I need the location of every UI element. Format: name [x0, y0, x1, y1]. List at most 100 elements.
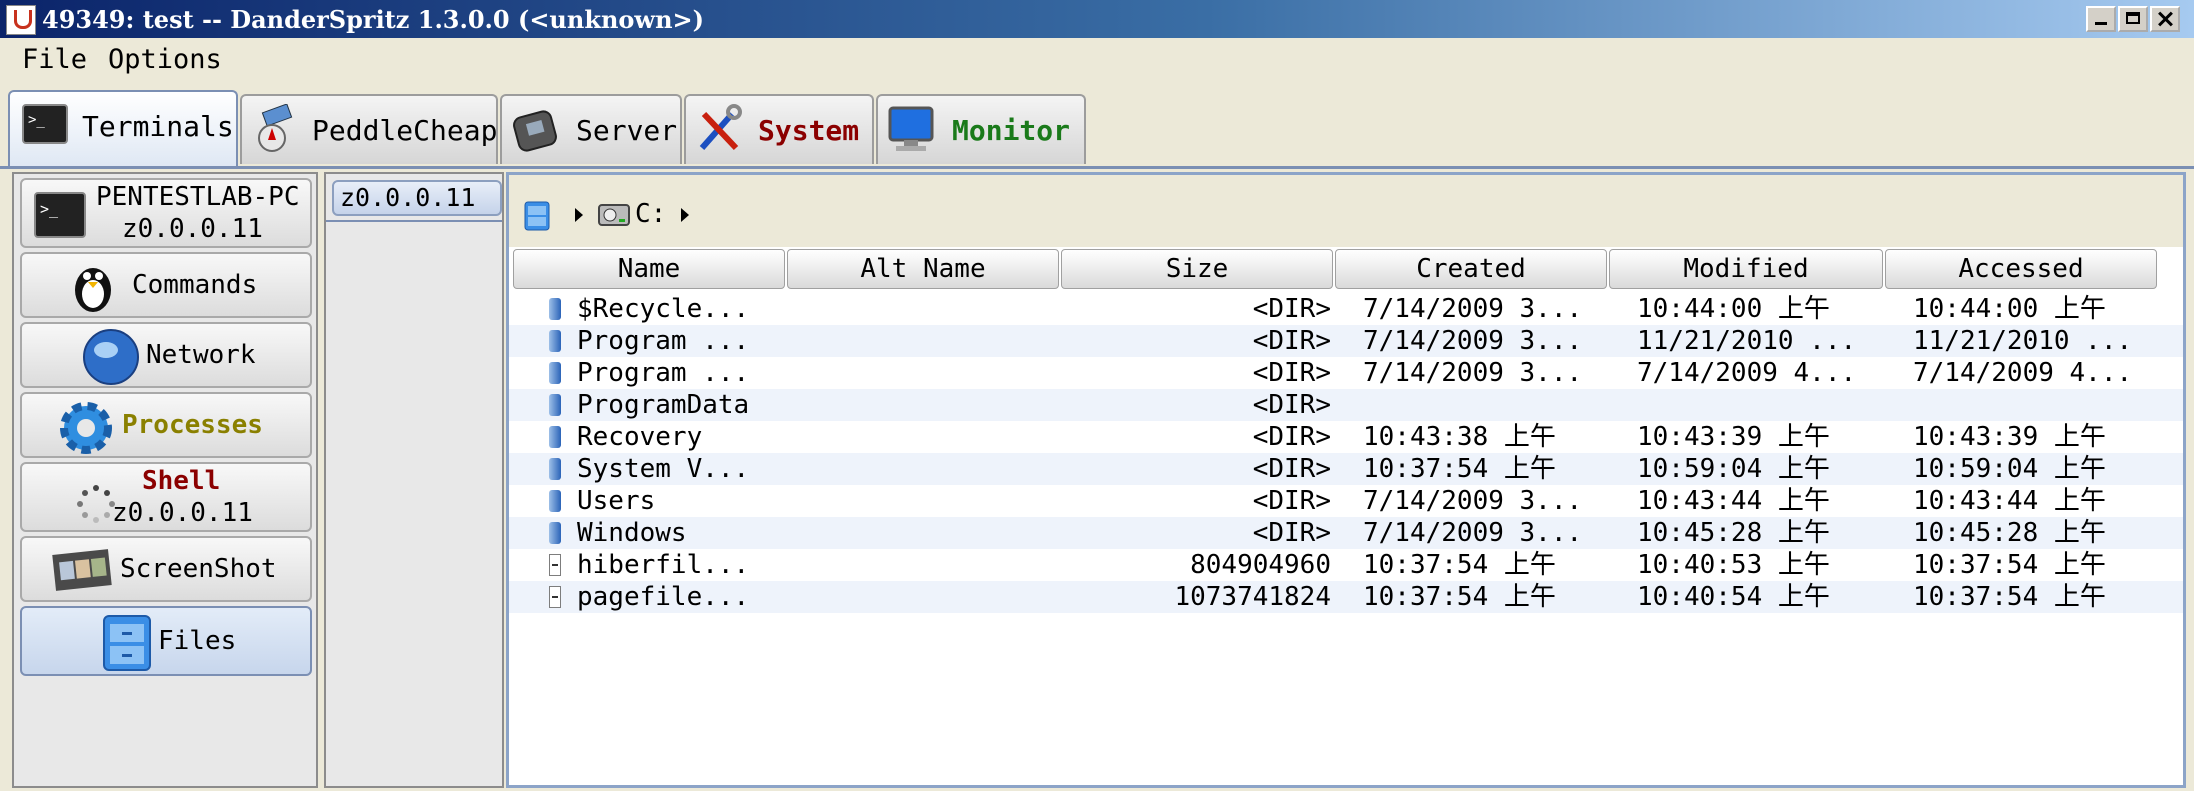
cell-name: Windows — [577, 518, 687, 548]
cell-size: <DIR> — [1252, 486, 1331, 516]
column-header-accessed[interactable]: Accessed — [1885, 249, 2157, 289]
tab-terminals-label: Terminals — [82, 110, 234, 143]
table-row[interactable]: Users <DIR> 7/14/2009 3... 10:43:44 上午 10:43… — [509, 485, 2183, 517]
title-bar[interactable]: 49349: test -- DanderSpritz 1.3.0.0 (<un… — [0, 0, 2194, 38]
svg-text:>_: >_ — [28, 112, 45, 128]
tools-icon — [699, 104, 742, 151]
files-panel: C: Name Alt Name Size Created Modified A… — [506, 172, 2186, 788]
table-row[interactable]: Program ... <DIR> 7/14/2009 3... 11/21/2010… — [509, 325, 2183, 357]
path-drive[interactable]: C: — [635, 199, 666, 229]
gear-icon — [60, 402, 112, 454]
column-header-alt-name[interactable]: Alt Name — [787, 249, 1059, 289]
column-header-created[interactable]: Created — [1335, 249, 1607, 289]
sidebar-item-network[interactable]: Network — [20, 322, 312, 388]
cell-created: 7/14/2009 3... — [1363, 518, 1583, 548]
java-app-icon[interactable] — [6, 5, 36, 35]
cell-size: <DIR> — [1252, 454, 1331, 484]
minimize-button[interactable] — [2086, 6, 2116, 32]
cell-accessed: 10:43:44 上午 — [1913, 486, 2106, 516]
sidebar-item-files-label: Files — [158, 626, 237, 656]
cell-name: Users — [577, 486, 656, 516]
table-row[interactable]: System V... <DIR> 10:37:54 上午 10:59:04 上午 10… — [509, 453, 2183, 485]
sidebar-item-processes[interactable]: Processes — [20, 392, 312, 458]
table-row[interactable]: pagefile... 1073741824 10:37:54 上午 10:40:54… — [509, 581, 2183, 613]
file-icon — [549, 586, 561, 608]
tab-peddlecheap[interactable]: PeddleCheap — [240, 94, 498, 164]
chevron-right-icon[interactable] — [679, 207, 691, 223]
drive-icon — [598, 204, 630, 226]
cell-size: <DIR> — [1252, 518, 1331, 548]
tab-monitor[interactable]: Monitor — [876, 94, 1086, 164]
folder-icon — [549, 330, 561, 352]
cell-accessed: 10:37:54 上午 — [1913, 550, 2106, 580]
table-row[interactable]: Windows <DIR> 7/14/2009 3... 10:45:28 上午 10:… — [509, 517, 2183, 549]
cell-accessed: 11/21/2010 ... — [1913, 326, 2133, 356]
sidebar-item-shell[interactable]: Shell z0.0.0.11 — [20, 462, 312, 532]
tab-server[interactable]: Server — [500, 94, 682, 164]
cell-created: 7/14/2009 3... — [1363, 326, 1583, 356]
cell-modified: 10:44:00 上午 — [1637, 294, 1830, 324]
phone-icon — [513, 110, 557, 152]
path-bar: C: — [509, 175, 2183, 247]
folder-icon — [549, 426, 561, 448]
cell-name: Program ... — [577, 326, 750, 356]
terminal-icon: >_ — [34, 192, 86, 238]
terminal-icon: >_ — [22, 104, 68, 144]
menu-options[interactable]: Options — [108, 44, 222, 75]
host-name: PENTESTLAB-PC — [96, 182, 300, 212]
cell-modified: 10:40:54 上午 — [1637, 582, 1830, 612]
cell-size: <DIR> — [1252, 422, 1331, 452]
table-row[interactable]: hiberfil... 804904960 10:37:54 上午 10:40:53 … — [509, 549, 2183, 581]
sidebar-host[interactable]: >_ PENTESTLAB-PC z0.0.0.11 — [20, 178, 312, 248]
film-icon — [52, 549, 112, 591]
monitor-icon — [888, 106, 934, 151]
maximize-button[interactable] — [2118, 6, 2148, 32]
cell-size: <DIR> — [1252, 294, 1331, 324]
table-header: Name Alt Name Size Created Modified Acce… — [509, 249, 2183, 291]
globe-icon — [83, 329, 139, 385]
satellite-compass-icon — [258, 104, 293, 152]
sidebar-item-commands[interactable]: Commands — [20, 252, 312, 318]
table-row[interactable]: Program ... <DIR> 7/14/2009 3... 7/14/2009 … — [509, 357, 2183, 389]
sidebar-item-commands-label: Commands — [132, 270, 258, 300]
file-cabinet-icon — [103, 615, 151, 671]
folder-icon — [549, 522, 561, 544]
tab-terminals[interactable]: >_ Terminals — [8, 90, 238, 166]
cell-size: <DIR> — [1252, 390, 1331, 420]
sidebar-item-files[interactable]: Files — [20, 606, 312, 676]
cell-created: 10:43:38 上午 — [1363, 422, 1556, 452]
file-cabinet-icon[interactable] — [523, 201, 551, 231]
sidebar-item-network-label: Network — [146, 340, 256, 370]
cell-name: ProgramData — [577, 390, 750, 420]
cell-accessed: 10:44:00 上午 — [1913, 294, 2106, 324]
table-row[interactable]: Recovery <DIR> 10:43:38 上午 10:43:39 上午 10:43… — [509, 421, 2183, 453]
cell-accessed: 7/14/2009 4... — [1913, 358, 2133, 388]
sidebar-item-screenshot-label: ScreenShot — [120, 554, 277, 584]
cell-size: <DIR> — [1252, 326, 1331, 356]
window-title: 49349: test -- DanderSpritz 1.3.0.0 (<un… — [42, 5, 704, 34]
chevron-right-icon[interactable] — [573, 207, 585, 223]
table-row[interactable]: $Recycle... <DIR> 7/14/2009 3... 10:44:00 上… — [509, 293, 2183, 325]
sidebar-item-screenshot[interactable]: ScreenShot — [20, 536, 312, 602]
cell-size: 1073741824 — [1174, 582, 1331, 612]
cell-name: hiberfil... — [577, 550, 750, 580]
spinner-icon — [77, 485, 115, 523]
sidebar: >_ PENTESTLAB-PC z0.0.0.11 Commands Netw… — [12, 172, 318, 788]
cell-modified: 7/14/2009 4... — [1637, 358, 1857, 388]
close-button[interactable] — [2150, 6, 2180, 32]
column-header-size[interactable]: Size — [1061, 249, 1333, 289]
cell-accessed: 10:45:28 上午 — [1913, 518, 2106, 548]
column-header-modified[interactable]: Modified — [1609, 249, 1883, 289]
table-row[interactable]: ProgramData <DIR> — [509, 389, 2183, 421]
tab-peddlecheap-label: PeddleCheap — [312, 114, 498, 147]
menu-file[interactable]: File — [22, 44, 87, 75]
cell-name: pagefile... — [577, 582, 750, 612]
column-header-name[interactable]: Name — [513, 249, 785, 289]
target-tab[interactable]: z0.0.0.11 — [332, 180, 502, 216]
cell-created: 10:37:54 上午 — [1363, 582, 1556, 612]
folder-icon — [549, 394, 561, 416]
folder-icon — [549, 458, 561, 480]
tab-system[interactable]: System — [684, 94, 874, 164]
tab-system-label: System — [758, 114, 860, 147]
cell-name: System V... — [577, 454, 750, 484]
